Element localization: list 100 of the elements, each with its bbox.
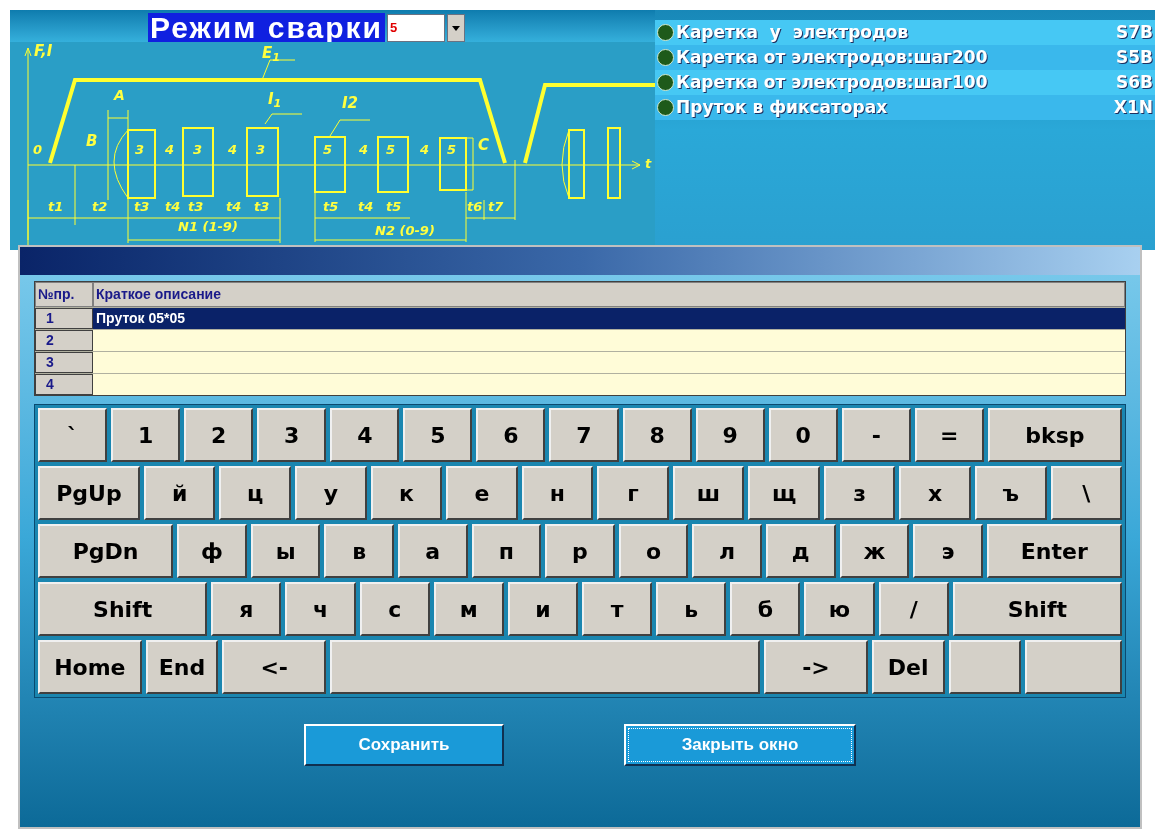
keyboard-key[interactable]: щ — [748, 466, 820, 520]
table-row[interactable]: 1 Пруток 05*05 — [35, 307, 1125, 329]
keyboard-key[interactable]: л — [692, 524, 762, 578]
table-row[interactable]: 3 — [35, 351, 1125, 373]
keyboard-key[interactable]: 6 — [476, 408, 546, 462]
keyboard-key[interactable]: Home — [38, 640, 142, 694]
keyboard-key[interactable]: г — [597, 466, 669, 520]
keyboard-key[interactable]: End — [145, 640, 219, 694]
keyboard-key[interactable]: у — [295, 466, 367, 520]
keyboard-key[interactable]: к — [370, 466, 443, 520]
keyboard-key[interactable]: 0 — [768, 408, 838, 462]
keyboard-key[interactable]: о — [618, 524, 689, 578]
keyboard-key[interactable]: й — [143, 466, 216, 520]
diagram-label: 3 — [135, 143, 145, 156]
keyboard-key[interactable]: т — [582, 582, 653, 636]
keyboard-key[interactable]: б — [730, 582, 801, 636]
keyboard-key[interactable]: ю — [804, 582, 875, 636]
keyboard-key[interactable]: 9 — [695, 408, 765, 462]
indicator-icon — [657, 74, 674, 91]
keyboard-key[interactable]: п — [471, 524, 542, 578]
row-number: 4 — [35, 374, 93, 395]
keyboard-key[interactable]: 8 — [622, 408, 692, 462]
row-number: 3 — [35, 352, 93, 373]
keyboard-key[interactable]: Shift — [38, 582, 208, 636]
keyboard-key[interactable]: ц — [219, 466, 292, 520]
keyboard-key[interactable]: д — [765, 524, 836, 578]
signal-code: S5B — [1115, 45, 1153, 69]
diagram-label: 5 — [447, 143, 457, 156]
keyboard-key[interactable]: н — [521, 466, 594, 520]
table-row[interactable]: 2 — [35, 329, 1125, 351]
keyboard-key[interactable]: Shift — [952, 582, 1123, 636]
keyboard-key[interactable]: Enter — [986, 524, 1122, 578]
column-header: №пр. — [35, 282, 93, 307]
space-key[interactable] — [330, 640, 761, 694]
diagram-label: 4 — [359, 143, 369, 156]
blank-key[interactable] — [1025, 640, 1122, 694]
diagram-label: 4 — [420, 143, 430, 156]
signal-code: X1N — [1113, 95, 1153, 119]
keyboard-key[interactable]: и — [507, 582, 579, 636]
keyboard-key[interactable]: ж — [839, 524, 910, 578]
keyboard-key[interactable]: Del — [871, 640, 945, 694]
keyboard-key[interactable]: р — [545, 524, 615, 578]
signal-code: S6B — [1115, 70, 1153, 94]
keyboard-key[interactable]: с — [359, 582, 430, 636]
diagram-label: 0 — [33, 143, 43, 156]
keyboard-key[interactable]: 4 — [330, 408, 400, 462]
keyboard-key[interactable]: PgUp — [38, 466, 140, 520]
diagram-label: t3 — [254, 200, 270, 213]
diagram-label: t1 — [48, 200, 64, 213]
diagram-label: t — [645, 157, 652, 170]
keyboard-key[interactable]: э — [913, 524, 983, 578]
diagram-label: E$_{1}$ — [262, 46, 281, 61]
keyboard-key[interactable]: 3 — [257, 408, 327, 462]
diagram-label: t4 — [165, 200, 181, 213]
keyboard-key[interactable]: ь — [656, 582, 727, 636]
keyboard-key[interactable]: ф — [177, 524, 247, 578]
signal-label: Каретка от электродов:шаг100 — [676, 70, 989, 94]
keyboard-key[interactable]: ъ — [974, 466, 1047, 520]
signal-code: S7B — [1115, 20, 1153, 44]
keyboard-key[interactable]: <- — [222, 640, 327, 694]
keyboard-key[interactable]: е — [446, 466, 518, 520]
keyboard-key[interactable]: 5 — [403, 408, 473, 462]
diagram-label: B — [86, 134, 98, 149]
keyboard-key[interactable]: PgDn — [38, 524, 174, 578]
keyboard-key[interactable]: з — [823, 466, 896, 520]
keyboard-key[interactable]: 1 — [111, 408, 181, 462]
diagram-label: F,I — [34, 44, 53, 59]
keyboard-key[interactable]: ш — [672, 466, 745, 520]
signal-label: Каретка от электродов:шаг200 — [676, 45, 989, 69]
keyboard-key[interactable]: м — [433, 582, 504, 636]
keyboard-key[interactable]: ч — [285, 582, 356, 636]
dropdown-button[interactable] — [447, 14, 465, 42]
keyboard-key[interactable]: ` — [38, 408, 108, 462]
blank-key[interactable] — [948, 640, 1022, 694]
diagram-label: 5 — [386, 143, 396, 156]
keyboard-key[interactable]: х — [899, 466, 971, 520]
diagram-label: 3 — [193, 143, 203, 156]
row-number: 2 — [35, 330, 93, 351]
keyboard-key[interactable]: - — [841, 408, 911, 462]
diagram-label: C — [478, 138, 489, 153]
row-number: 1 — [35, 308, 93, 329]
mode-select[interactable]: 5 — [387, 14, 445, 42]
table-cell-text: Пруток 05*05 — [95, 309, 186, 328]
indicator-icon — [657, 99, 674, 116]
keyboard-key[interactable]: в — [324, 524, 394, 578]
select-value: 5 — [389, 19, 398, 38]
keyboard-key[interactable]: я — [211, 582, 282, 636]
keyboard-key[interactable]: -> — [764, 640, 868, 694]
diagram-label: 3 — [256, 143, 266, 156]
diagram-label: 4 — [228, 143, 238, 156]
keyboard-key[interactable]: 7 — [549, 408, 619, 462]
keyboard-key[interactable]: \ — [1050, 466, 1123, 520]
keyboard-key[interactable]: = — [914, 408, 984, 462]
table-row[interactable]: 4 — [35, 373, 1125, 395]
keyboard-key[interactable]: ы — [250, 524, 321, 578]
keyboard-key[interactable]: а — [398, 524, 468, 578]
diagram-label: I$_{1}$ — [268, 92, 282, 107]
keyboard-key[interactable]: 2 — [184, 408, 254, 462]
keyboard-key[interactable]: / — [878, 582, 949, 636]
keyboard-key[interactable]: bksp — [987, 408, 1122, 462]
